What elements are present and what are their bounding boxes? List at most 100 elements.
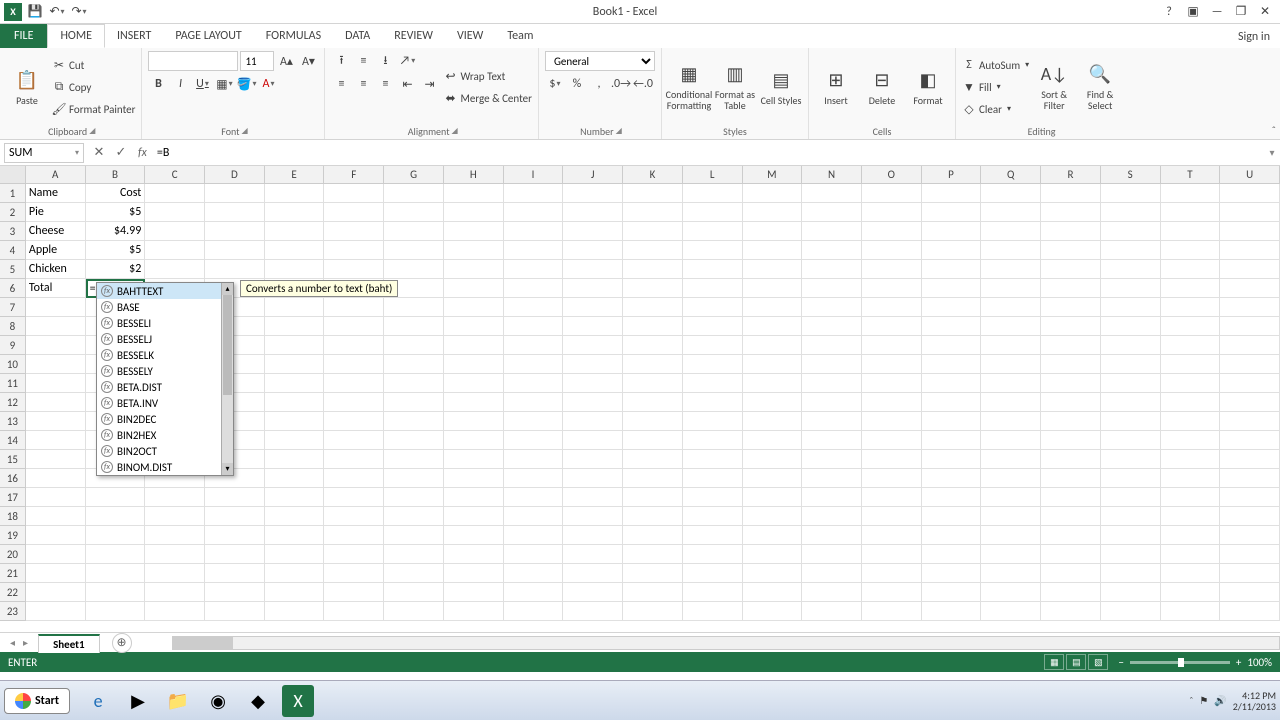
cell-D4[interactable] (205, 241, 265, 260)
cell-B4[interactable]: $5 (86, 241, 146, 260)
collapse-ribbon-button[interactable]: ˆ (1272, 124, 1276, 137)
copy-button[interactable]: ⧉Copy (52, 77, 135, 97)
cell-A22[interactable] (26, 583, 86, 602)
cell-S15[interactable] (1101, 450, 1161, 469)
worksheet-grid[interactable]: ABCDEFGHIJKLMNOPQRSTU 1NameCost2Pie$53Ch… (0, 166, 1280, 632)
zoom-in-button[interactable]: + (1236, 656, 1241, 669)
cell-Q18[interactable] (981, 507, 1041, 526)
cell-T16[interactable] (1161, 469, 1221, 488)
save-button[interactable]: 💾 (26, 3, 44, 21)
cell-M15[interactable] (743, 450, 803, 469)
cell-O7[interactable] (862, 298, 922, 317)
cell-Q2[interactable] (981, 203, 1041, 222)
cell-L16[interactable] (683, 469, 743, 488)
cell-A6[interactable]: Total (26, 279, 86, 298)
chrome-icon[interactable]: ◉ (202, 685, 234, 717)
cell-P15[interactable] (922, 450, 982, 469)
cell-J5[interactable] (563, 260, 623, 279)
align-middle-button[interactable]: ≡ (353, 51, 373, 71)
cell-A3[interactable]: Cheese (26, 222, 86, 241)
cell-P9[interactable] (922, 336, 982, 355)
cell-P5[interactable] (922, 260, 982, 279)
column-header[interactable]: D (205, 166, 265, 183)
page-break-view-button[interactable]: ▧ (1088, 654, 1108, 670)
font-color-button[interactable]: A (258, 74, 278, 94)
cell-U10[interactable] (1220, 355, 1280, 374)
cell-L11[interactable] (683, 374, 743, 393)
app-icon[interactable]: ◆ (242, 685, 274, 717)
cell-H3[interactable] (444, 222, 504, 241)
cell-L9[interactable] (683, 336, 743, 355)
cell-G1[interactable] (384, 184, 444, 203)
cell-R12[interactable] (1041, 393, 1101, 412)
cell-T5[interactable] (1161, 260, 1221, 279)
cell-P4[interactable] (922, 241, 982, 260)
font-size-input[interactable] (240, 51, 274, 71)
cell-F2[interactable] (324, 203, 384, 222)
cell-D19[interactable] (205, 526, 265, 545)
cell-A20[interactable] (26, 545, 86, 564)
accounting-button[interactable]: $ (545, 74, 565, 94)
row-header[interactable]: 8 (0, 317, 26, 336)
row-header[interactable]: 4 (0, 241, 26, 260)
cell-K9[interactable] (623, 336, 683, 355)
cell-M6[interactable] (743, 279, 803, 298)
cell-N16[interactable] (802, 469, 862, 488)
cell-H7[interactable] (444, 298, 504, 317)
format-as-table-button[interactable]: ▥Format as Table (714, 51, 756, 123)
cell-S9[interactable] (1101, 336, 1161, 355)
expand-formula-bar-button[interactable]: ▾ (1264, 146, 1280, 159)
cell-D23[interactable] (205, 602, 265, 621)
cell-H8[interactable] (444, 317, 504, 336)
cell-N6[interactable] (802, 279, 862, 298)
cell-K17[interactable] (623, 488, 683, 507)
cell-P19[interactable] (922, 526, 982, 545)
cell-P21[interactable] (922, 564, 982, 583)
cell-U8[interactable] (1220, 317, 1280, 336)
cell-E18[interactable] (265, 507, 325, 526)
cell-M4[interactable] (743, 241, 803, 260)
cell-C4[interactable] (145, 241, 205, 260)
cell-P17[interactable] (922, 488, 982, 507)
row-header[interactable]: 12 (0, 393, 26, 412)
column-header[interactable]: C (145, 166, 205, 183)
tab-formulas[interactable]: FORMULAS (254, 24, 333, 48)
cell-L10[interactable] (683, 355, 743, 374)
cell-H23[interactable] (444, 602, 504, 621)
cell-B22[interactable] (86, 583, 146, 602)
function-item[interactable]: fxBAHTTEXT (97, 283, 233, 299)
system-tray[interactable]: ˆ ⚑ 🔊 4:12 PM2/11/2013 (1189, 690, 1276, 712)
cell-R21[interactable] (1041, 564, 1101, 583)
excel-taskbar-icon[interactable]: X (282, 685, 314, 717)
cell-J1[interactable] (563, 184, 623, 203)
column-header[interactable]: E (265, 166, 325, 183)
cell-N19[interactable] (802, 526, 862, 545)
cell-J2[interactable] (563, 203, 623, 222)
cell-T23[interactable] (1161, 602, 1221, 621)
cell-E2[interactable] (265, 203, 325, 222)
cell-J23[interactable] (563, 602, 623, 621)
tray-chevron-icon[interactable]: ˆ (1189, 694, 1193, 707)
cell-S11[interactable] (1101, 374, 1161, 393)
column-header[interactable]: U (1220, 166, 1280, 183)
cell-K7[interactable] (623, 298, 683, 317)
cell-Q20[interactable] (981, 545, 1041, 564)
redo-button[interactable]: ↷ (70, 3, 88, 21)
cell-T13[interactable] (1161, 412, 1221, 431)
enter-formula-button[interactable]: ✓ (110, 143, 132, 163)
column-header[interactable]: K (623, 166, 683, 183)
percent-button[interactable]: % (567, 74, 587, 94)
function-item[interactable]: fxBINOM.DIST (97, 459, 233, 475)
cell-H22[interactable] (444, 583, 504, 602)
cell-K22[interactable] (623, 583, 683, 602)
cell-M20[interactable] (743, 545, 803, 564)
cell-U4[interactable] (1220, 241, 1280, 260)
cell-C3[interactable] (145, 222, 205, 241)
cell-I17[interactable] (504, 488, 564, 507)
cell-I3[interactable] (504, 222, 564, 241)
cell-R23[interactable] (1041, 602, 1101, 621)
cell-Q9[interactable] (981, 336, 1041, 355)
cell-E12[interactable] (265, 393, 325, 412)
wrap-text-button[interactable]: ↩Wrap Text (443, 66, 532, 86)
cell-L13[interactable] (683, 412, 743, 431)
